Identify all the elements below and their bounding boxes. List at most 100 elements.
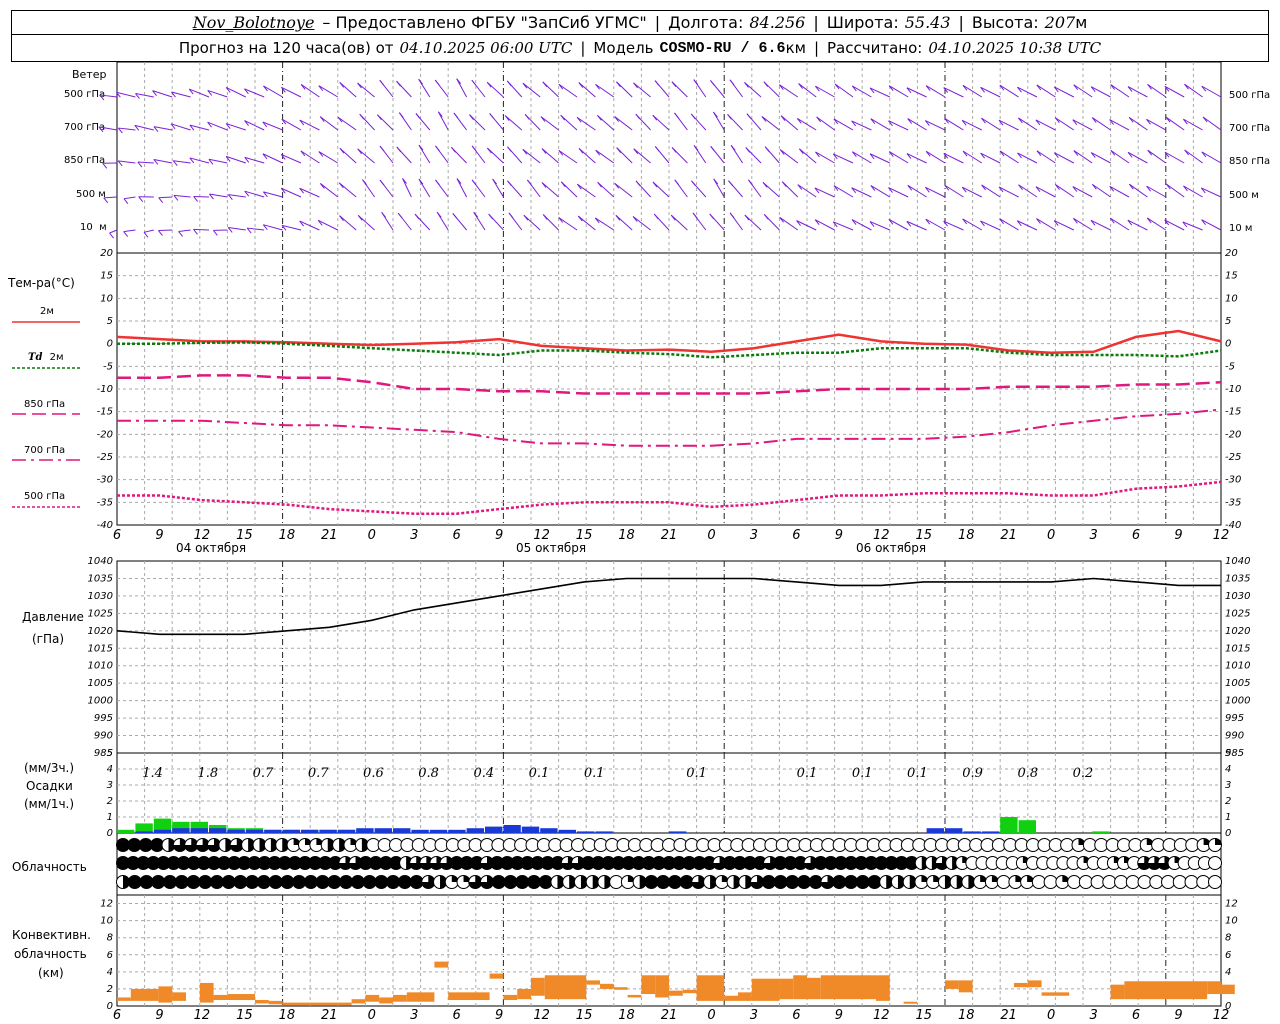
cloud-circle [339, 875, 354, 889]
pressure-ytick-right: 1025 [1225, 608, 1250, 619]
wind-barb [944, 184, 964, 198]
wind-barb-feather [158, 197, 164, 204]
wind-barb [870, 118, 891, 131]
wind-barb-feather [635, 180, 641, 187]
wind-barb [357, 148, 375, 164]
wind-barb-feather [109, 232, 114, 239]
wind-barb [319, 116, 339, 131]
cloud-circle [679, 875, 694, 889]
precip-3h-label: 1.4 [142, 766, 163, 781]
wind-level-right: 700 гПа [1229, 123, 1270, 134]
conv-bar [531, 977, 545, 996]
wind-barb-feather [359, 113, 365, 120]
wind-barb [981, 117, 1001, 131]
wind-barb [318, 151, 339, 164]
wind-barb [1146, 217, 1167, 231]
conv-bar [1027, 980, 1042, 988]
cloud-circle [761, 875, 776, 889]
wind-barb [541, 148, 559, 164]
temp-ytick-right: -20 [1225, 429, 1241, 440]
conv-xtick: 18 [618, 1008, 635, 1023]
wind-barb [1147, 149, 1167, 164]
wind-barb [143, 229, 154, 233]
temp-ytick-right: -30 [1225, 475, 1241, 486]
wind-barb-feather [763, 81, 769, 87]
cloud-circle [397, 875, 412, 889]
wind-barb-feather [506, 80, 512, 87]
precip-3h-label: 0.1 [852, 766, 873, 781]
wind-barb [1035, 119, 1056, 131]
wind-barb [796, 220, 817, 231]
temp-xtick: 3 [750, 528, 758, 543]
wind-barb-feather [524, 113, 530, 120]
cloud-circle [245, 875, 260, 889]
temp-xtick: 6 [113, 528, 121, 543]
wind-barb-feather [396, 80, 401, 87]
wind-barb [193, 228, 210, 231]
wind-barb [1055, 184, 1075, 198]
wind-barb [762, 181, 780, 198]
wind-barb [504, 115, 523, 131]
wind-barb [888, 85, 909, 98]
conv-bar [130, 988, 159, 1001]
wind-barb-feather [764, 146, 770, 153]
cloud-circle [209, 875, 224, 889]
temp-xtick: 9 [1174, 528, 1182, 543]
temp-ytick-right: 15 [1225, 271, 1238, 282]
cloud-circle [256, 875, 271, 889]
wind-barb [1035, 186, 1056, 198]
wind-barb [594, 217, 615, 231]
cloud-circle [315, 875, 330, 889]
conv-bar [379, 997, 393, 1004]
cloud-circle [491, 875, 506, 889]
wind-barb [437, 111, 449, 131]
precip-3h-label: 0.6 [363, 766, 384, 781]
wind-barb [173, 194, 191, 198]
conv-xtick: 0 [368, 1008, 376, 1023]
wind-barb-feather [781, 181, 787, 187]
cloud-circle [855, 875, 870, 889]
wind-barb-feather [674, 112, 679, 119]
pressure-ytick-left: 1030 [88, 591, 113, 602]
wind-barb [225, 87, 247, 98]
wind-barb [558, 217, 578, 231]
cloud-circle [327, 875, 342, 889]
precip-3h-label: 0.9 [962, 766, 983, 781]
wind-barb-feather [729, 212, 735, 219]
wind-barb [1109, 185, 1130, 198]
cloud-circle [139, 875, 154, 889]
wind-barb [1201, 151, 1222, 164]
precip-bar-blue [981, 831, 1000, 833]
conv-bar [807, 977, 821, 1000]
wind-barb [999, 218, 1019, 231]
wind-barb [1054, 152, 1075, 164]
conv-bar [682, 989, 697, 994]
wind-barb [614, 116, 633, 131]
temp-ytick-left: -10 [97, 384, 113, 395]
temp-xtick: 6 [453, 528, 461, 543]
temp-ytick-left: -5 [103, 361, 113, 372]
wind-barb [925, 218, 946, 231]
cloud-circle [1172, 875, 1187, 889]
conv-bar [448, 992, 490, 1001]
wind-barb [1036, 150, 1056, 164]
conv-xtick: 3 [1089, 1008, 1097, 1023]
precip-bar-blue [595, 831, 613, 833]
conv-bar [1207, 981, 1221, 995]
wind-barb [1201, 187, 1222, 198]
pressure-ytick-right: 1030 [1225, 591, 1250, 602]
wind-barb-feather [213, 230, 218, 236]
wind-barb [869, 87, 891, 98]
conv-xtick: 0 [707, 1008, 715, 1023]
precip-bar-blue [209, 828, 227, 833]
wind-barb-feather [746, 113, 752, 119]
wind-barb [228, 194, 246, 198]
conv-bar [489, 973, 504, 979]
conv-bar [434, 961, 449, 968]
conv-xtick: 15 [236, 1008, 253, 1023]
wind-barb [178, 229, 191, 232]
wind-barb [281, 118, 302, 131]
wind-barb [137, 161, 154, 164]
wind-barb [318, 85, 339, 98]
wind-barb [888, 218, 909, 231]
